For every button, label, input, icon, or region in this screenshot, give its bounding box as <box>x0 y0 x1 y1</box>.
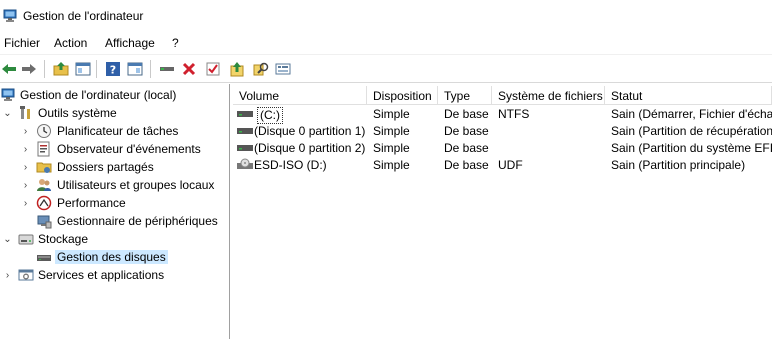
column-header-filesystem[interactable]: Système de fichiers <box>492 86 605 105</box>
show-action-pane-icon[interactable] <box>126 60 144 78</box>
chevron-right-icon[interactable]: › <box>21 125 30 137</box>
tree-item-label: Services et applications <box>38 268 165 282</box>
tree-item-storage[interactable]: ⌄ Stockage <box>0 230 230 248</box>
cell-disposition: Simple <box>373 158 410 172</box>
menu-fichier[interactable]: Fichier <box>4 36 40 51</box>
table-row[interactable]: (C:) Simple De base NTFS Sain (Démarrer,… <box>233 106 772 124</box>
export-icon[interactable] <box>228 60 246 78</box>
users-icon <box>37 179 51 191</box>
svg-text:?: ? <box>110 64 116 77</box>
cell-filesystem: NTFS <box>498 107 530 121</box>
chevron-right-icon[interactable]: › <box>21 161 30 173</box>
tree-item-label: Performance <box>57 196 126 210</box>
tree-item-label: Gestionnaire de périphériques <box>57 214 218 228</box>
tree-item-label: Observateur d'événements <box>57 142 201 156</box>
column-header-type[interactable]: Type <box>438 86 492 105</box>
properties-icon[interactable] <box>204 60 222 78</box>
tree-item-performance[interactable]: › Performance <box>0 194 230 212</box>
tree-item-device-manager[interactable]: Gestionnaire de périphériques <box>0 212 230 230</box>
show-hide-tree-icon[interactable] <box>74 60 92 78</box>
toolbar-separator <box>150 60 151 78</box>
tree-item-disk-management[interactable]: Gestion des disques <box>0 248 230 266</box>
tools-icon <box>20 106 30 119</box>
cell-type: De base <box>444 141 489 155</box>
delete-icon[interactable] <box>180 60 198 78</box>
find-icon[interactable] <box>252 60 270 78</box>
shared-folder-icon <box>36 162 52 173</box>
tree-item-local-users[interactable]: › Utilisateurs et groupes locaux <box>0 176 230 194</box>
computer-management-icon <box>3 9 17 22</box>
tree-item-task-scheduler[interactable]: › Planificateur de tâches <box>0 122 230 140</box>
tree-item-label: Stockage <box>38 232 89 246</box>
cell-filesystem: UDF <box>498 158 523 172</box>
tree-item-label: Planificateur de tâches <box>57 124 179 138</box>
cell-volume: (C:) <box>257 107 283 124</box>
cell-status: Sain (Partition du système EFI) <box>611 141 772 155</box>
tree-item-services[interactable]: › Services et applications <box>0 266 230 284</box>
help-icon[interactable]: ? <box>104 60 122 78</box>
toolbar-separator <box>96 60 97 78</box>
tree-item-system-tools[interactable]: ⌄ Outils système <box>0 104 230 122</box>
chevron-down-icon[interactable]: ⌄ <box>3 233 12 245</box>
chevron-down-icon[interactable]: ⌄ <box>3 107 12 119</box>
toolbar-separator <box>44 60 45 78</box>
cell-type: De base <box>444 124 489 138</box>
tree-item-label: Gestion de l'ordinateur (local) <box>20 88 177 102</box>
cell-volume: (Disque 0 partition 1) <box>254 124 366 138</box>
cell-volume: ESD-ISO (D:) <box>254 158 327 172</box>
volume-icon <box>237 128 253 134</box>
performance-icon <box>36 195 52 211</box>
column-header-status[interactable]: Statut <box>605 86 772 105</box>
tree-item-label: Dossiers partagés <box>57 160 154 174</box>
volume-icon <box>237 111 253 117</box>
cell-status: Sain (Partition de récupération <box>611 124 772 138</box>
event-viewer-icon <box>37 141 50 157</box>
window-title: Gestion de l'ordinateur <box>23 9 144 23</box>
menu-action[interactable]: Action <box>54 36 87 51</box>
cell-disposition: Simple <box>373 141 410 155</box>
forward-arrow-icon[interactable] <box>20 60 38 78</box>
column-header-disposition[interactable]: Disposition <box>367 86 438 105</box>
computer-management-icon <box>1 88 15 101</box>
column-header-volume[interactable]: Volume <box>233 86 367 105</box>
storage-icon <box>18 234 34 245</box>
services-icon <box>18 269 34 281</box>
up-folder-icon[interactable] <box>52 60 70 78</box>
tree-item-label: Outils système <box>38 106 117 120</box>
chevron-right-icon[interactable]: › <box>21 143 30 155</box>
cell-status: Sain (Démarrer, Fichier d'écha <box>611 107 772 121</box>
table-row[interactable]: (Disque 0 partition 2) Simple De base Sa… <box>233 140 772 157</box>
optical-drive-icon <box>237 158 253 169</box>
cell-volume: (Disque 0 partition 2) <box>254 141 366 155</box>
clock-icon <box>37 124 51 138</box>
volume-icon <box>237 145 253 151</box>
disk-icon <box>37 255 51 261</box>
table-row[interactable]: (Disque 0 partition 1) Simple De base Sa… <box>233 123 772 140</box>
cell-disposition: Simple <box>373 124 410 138</box>
volume-list-pane: Volume Disposition Type Système de fichi… <box>233 84 772 339</box>
chevron-right-icon[interactable]: › <box>3 269 12 281</box>
device-manager-icon <box>37 215 52 229</box>
tree-item-shared-folders[interactable]: › Dossiers partagés <box>0 158 230 176</box>
menu-bar: Fichier Action Affichage ? <box>0 33 772 53</box>
navigation-tree: Gestion de l'ordinateur (local) ⌄ Outils… <box>0 84 230 339</box>
cell-type: De base <box>444 158 489 172</box>
cell-type: De base <box>444 107 489 121</box>
title-bar: Gestion de l'ordinateur <box>0 0 772 33</box>
table-row[interactable]: ESD-ISO (D:) Simple De base UDF Sain (Pa… <box>233 157 772 174</box>
toolbar: ? <box>0 54 772 83</box>
menu-help[interactable]: ? <box>172 36 179 51</box>
tree-item-label: Gestion des disques <box>55 250 168 264</box>
back-arrow-icon[interactable] <box>0 60 18 78</box>
tree-item-event-viewer[interactable]: › Observateur d'événements <box>0 140 230 158</box>
cell-disposition: Simple <box>373 107 410 121</box>
chevron-right-icon[interactable]: › <box>21 179 30 191</box>
chevron-right-icon[interactable]: › <box>21 197 30 209</box>
cell-status: Sain (Partition principale) <box>611 158 746 172</box>
connect-icon[interactable] <box>158 60 176 78</box>
tree-item-root[interactable]: Gestion de l'ordinateur (local) <box>0 86 230 104</box>
menu-affichage[interactable]: Affichage <box>105 36 155 51</box>
settings-icon[interactable] <box>274 60 292 78</box>
tree-item-label: Utilisateurs et groupes locaux <box>57 178 215 192</box>
